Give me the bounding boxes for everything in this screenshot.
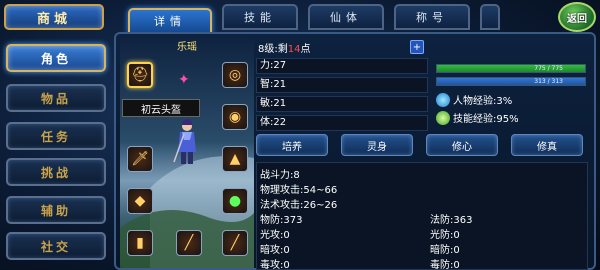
robe-icon: ▲ (229, 151, 241, 167)
skill-exp: 技能经验:95% (436, 110, 519, 125)
dark-defense: 暗防:0 (430, 245, 460, 256)
shop-button[interactable]: 商城 (4, 4, 104, 30)
armor-slot[interactable]: ◆ (127, 188, 153, 214)
character-exp-icon (436, 92, 450, 107)
extra-attack: 毒攻:0 (260, 260, 290, 270)
tab-extra[interactable] (480, 4, 500, 30)
nav-social-button[interactable]: 社交 (6, 232, 106, 260)
spear-icon: ╱ (230, 235, 240, 251)
nav-role-button[interactable]: 角色 (6, 44, 106, 72)
stat-intellect: 智:21 (256, 77, 428, 93)
spirit-body-button[interactable]: 灵身 (341, 134, 413, 156)
physical-defense: 物防:373 (260, 215, 303, 226)
light-attack: 光攻:0 (260, 230, 290, 241)
boots-icon: ▮ (136, 235, 144, 251)
sword-icon: 🗡 (131, 151, 149, 167)
nav-items-button[interactable]: 物品 (6, 84, 106, 112)
attribute-panel (256, 162, 588, 270)
trinket-icon: ╱ (184, 235, 194, 251)
bracelet-icon: ◉ (228, 109, 242, 125)
extra-defense: 毒防:0 (430, 260, 460, 270)
stat-stamina: 体:22 (256, 115, 428, 131)
mp-bar-text: 313 / 313 (534, 78, 563, 85)
hero-figure (173, 119, 196, 164)
magic-attack: 法术攻击:26~26 (260, 200, 338, 211)
nav-challenge-button[interactable]: 挑战 (6, 158, 106, 186)
helmet-slot[interactable]: ⛑ (127, 62, 153, 88)
hp-bar: 775 / 775 (436, 64, 586, 73)
tab-titles[interactable]: 称号 (394, 4, 470, 30)
hp-bar-text: 775 / 775 (534, 65, 563, 72)
item-tooltip: 初云头盔 (122, 99, 200, 117)
boots-slot[interactable]: ▮ (127, 230, 153, 256)
character-name: 乐瑶 (177, 42, 197, 53)
stat-strength: 力:27 (256, 58, 428, 74)
add-points-button[interactable]: + (410, 40, 424, 54)
potion-slot[interactable]: ● (222, 188, 248, 214)
tab-immortal-body[interactable]: 仙体 (308, 4, 384, 30)
back-button[interactable]: 返回 (558, 2, 596, 32)
immortal-training-button[interactable]: 修真 (511, 134, 583, 156)
necklace-icon: ◎ (228, 67, 242, 83)
skill-exp-icon (436, 110, 450, 125)
magic-defense: 法防:363 (430, 215, 473, 226)
battle-power: 战斗力:8 (260, 170, 300, 181)
light-defense: 光防:0 (430, 230, 460, 241)
bracelet-slot[interactable]: ◉ (222, 104, 248, 130)
tab-details[interactable]: 详情 (128, 8, 212, 34)
mp-bar: 313 / 313 (436, 77, 586, 86)
tab-skills[interactable]: 技能 (222, 4, 298, 30)
potion-icon: ● (228, 193, 242, 209)
character-exp: 人物经验:3% (436, 92, 512, 107)
level-points: 8级:剩14点 (258, 44, 311, 55)
dark-attack: 暗攻:0 (260, 245, 290, 256)
nav-quest-button[interactable]: 任务 (6, 122, 106, 150)
weapon-slot[interactable]: 🗡 (127, 146, 153, 172)
spear-slot[interactable]: ╱ (222, 230, 248, 256)
physical-attack: 物理攻击:54~66 (260, 185, 338, 196)
stat-agility: 敏:21 (256, 96, 428, 112)
nav-assist-button[interactable]: 辅助 (6, 196, 106, 224)
robe-slot[interactable]: ▲ (222, 146, 248, 172)
necklace-slot[interactable]: ◎ (222, 62, 248, 88)
star-icon: ✦ (178, 72, 190, 88)
armor-icon: ◆ (134, 193, 146, 209)
trinket-slot[interactable]: ╱ (176, 230, 202, 256)
cultivate-button[interactable]: 培养 (256, 134, 328, 156)
helmet-icon: ⛑ (131, 67, 149, 83)
mind-training-button[interactable]: 修心 (426, 134, 498, 156)
game-screen: 商城 角色 物品 任务 挑战 辅助 社交 详情 技能 仙体 称号 返回 乐瑶 ⛑… (0, 0, 600, 270)
